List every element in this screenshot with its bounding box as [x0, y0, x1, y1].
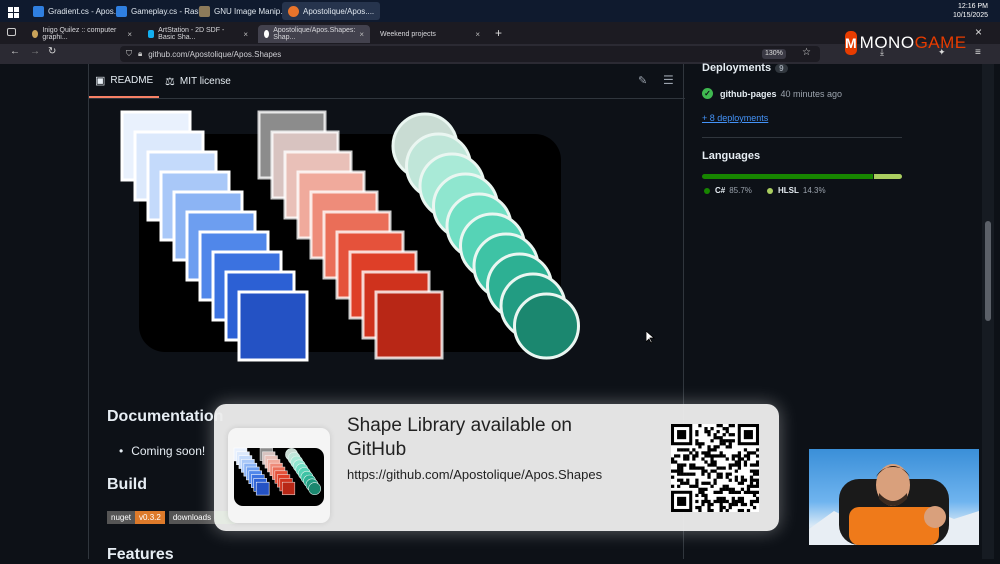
check-circle-icon: ✓	[702, 88, 713, 99]
language-csharp[interactable]: C# 85.7%	[704, 186, 752, 195]
overlay-title: Shape Library available on GitHub	[347, 415, 572, 460]
taskbar-item-gimp[interactable]: GNU Image Manip...	[199, 2, 287, 20]
close-tab-icon[interactable]: ×	[243, 30, 248, 39]
page-scrollbar[interactable]	[982, 64, 994, 559]
blue-square	[237, 290, 309, 362]
edit-pencil-icon[interactable]: ✎	[638, 74, 647, 87]
shape-library-overlay-card: Shape Library available on GitHub https:…	[214, 404, 779, 531]
web-icon	[32, 30, 39, 38]
close-tab-icon[interactable]: ×	[127, 30, 132, 39]
github-icon	[264, 30, 270, 38]
new-tab-icon[interactable]: +	[495, 26, 502, 40]
webcam-feed	[809, 449, 979, 545]
windows-start-icon[interactable]	[8, 5, 19, 18]
taskbar: Gradient.cs - Apos... Gameplay.cs - Rash…	[0, 0, 1000, 22]
outline-list-icon[interactable]: ☰	[663, 73, 674, 87]
webcam-person-illustration	[809, 464, 979, 545]
tab-apos-shapes[interactable]: Apostolique/Apos.Shapes: Shap... ×	[258, 25, 370, 43]
deployments-heading[interactable]: Deployments 9	[702, 62, 788, 74]
lock-icon: 🔒︎	[138, 49, 143, 58]
more-deployments-link[interactable]: + 8 deployments	[702, 113, 768, 123]
shapes-illustration	[120, 110, 580, 362]
firefox-icon	[288, 5, 299, 17]
teal-circle	[308, 482, 322, 496]
features-heading: Features	[107, 546, 174, 563]
book-icon: ▣	[95, 74, 106, 87]
reload-icon[interactable]: ↻	[48, 46, 56, 57]
tab-inigo-quilez[interactable]: Inigo Quilez :: computer graphi... ×	[26, 25, 138, 43]
scale-icon: ⚖	[165, 75, 175, 88]
language-bar-hlsl	[873, 174, 902, 179]
language-dot	[704, 187, 710, 194]
shapes-thumbnail-illustration	[233, 447, 324, 506]
shield-icon: ⛉	[126, 49, 132, 58]
documentation-heading: Documentation	[107, 408, 224, 425]
tab-license[interactable]: ⚖ MIT license	[165, 64, 231, 98]
monogame-mark: M	[845, 31, 857, 55]
window-close-icon[interactable]: ×	[975, 25, 982, 39]
language-bar-csharp	[702, 174, 873, 179]
close-tab-icon[interactable]: ×	[475, 30, 480, 39]
scrollbar-thumb[interactable]	[985, 221, 991, 321]
qr-code	[671, 424, 760, 513]
shapes-thumbnail	[228, 428, 330, 523]
red-square	[281, 481, 296, 496]
languages-bar	[702, 174, 902, 179]
gimp-icon	[199, 5, 210, 17]
menu-icon[interactable]: ≡	[975, 47, 981, 58]
tab-weekend-projects[interactable]: Weekend projects ×	[374, 25, 486, 43]
close-tab-icon[interactable]: ×	[359, 30, 364, 39]
vscode-icon	[116, 5, 127, 17]
system-clock[interactable]: 12:16 PM 10/15/2025	[953, 2, 988, 20]
taskbar-item-gameplay[interactable]: Gameplay.cs - Rash...	[116, 2, 210, 20]
nuget-badge[interactable]: nuget v0.3.2	[107, 511, 165, 524]
deployment-row[interactable]: ✓ github-pages 40 minutes ago	[702, 88, 902, 99]
vscode-icon	[33, 5, 44, 17]
tab-readme[interactable]: ▣ README	[89, 64, 160, 98]
url-text: github.com/Apostolique/Apos.Shapes	[148, 49, 282, 59]
artstation-icon	[148, 30, 155, 38]
tab-list-icon[interactable]	[7, 28, 16, 36]
zoom-level[interactable]: 130%	[762, 49, 786, 59]
red-square	[374, 290, 444, 360]
monogame-logo: M MONOGAME	[845, 30, 966, 56]
forward-icon[interactable]: →	[30, 46, 40, 57]
language-dot	[767, 187, 773, 194]
language-hlsl[interactable]: HLSL 14.3%	[767, 186, 826, 195]
mouse-cursor	[645, 330, 656, 349]
deployments-count-badge: 9	[775, 64, 788, 73]
overlay-url: https://github.com/Apostolique/Apos.Shap…	[347, 467, 603, 482]
teal-circle	[513, 292, 580, 360]
back-icon[interactable]: ←	[10, 46, 20, 57]
shapes-hero-image	[119, 110, 589, 410]
sidebar-divider	[702, 137, 902, 138]
blue-square	[255, 481, 270, 496]
documentation-list-item: • Coming soon!	[119, 444, 206, 458]
languages-heading: Languages	[702, 150, 761, 162]
tab-artstation[interactable]: ArtStation - 2D SDF - Basic Sha... ×	[142, 25, 254, 43]
bookmark-star-icon[interactable]: ☆	[802, 47, 811, 58]
build-heading: Build	[107, 476, 147, 493]
taskbar-item-gradient[interactable]: Gradient.cs - Apos...	[33, 2, 120, 20]
url-bar[interactable]: ⛉ 🔒︎ github.com/Apostolique/Apos.Shapes …	[120, 46, 820, 62]
taskbar-item-firefox[interactable]: Apostolique/Apos....	[282, 2, 381, 20]
readme-tab-bar: ▣ README ⚖ MIT license ✎ ☰	[89, 64, 685, 99]
